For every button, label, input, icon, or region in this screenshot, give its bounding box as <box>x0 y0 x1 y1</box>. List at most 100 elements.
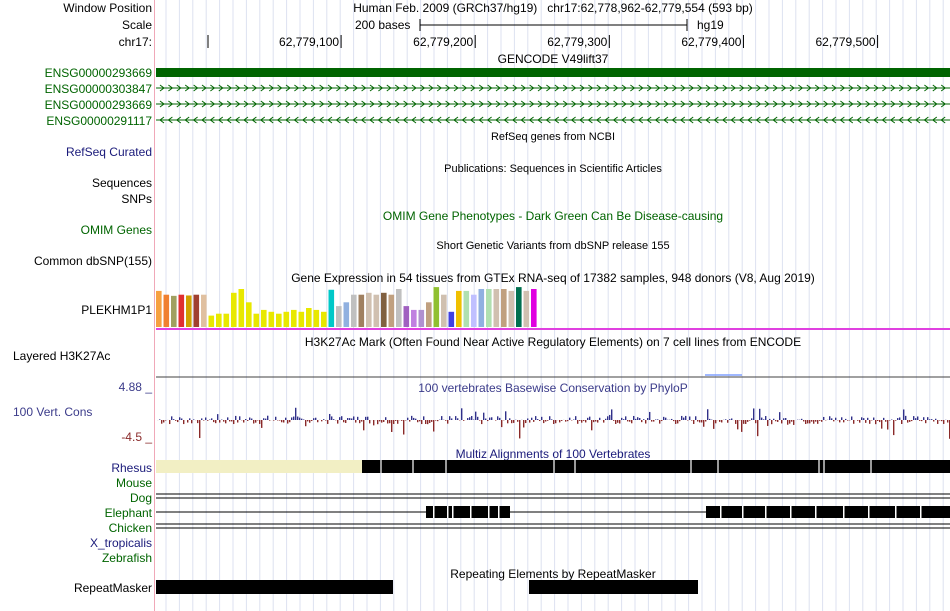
conservation-bar <box>337 420 339 424</box>
conservation-bar <box>661 420 663 422</box>
conservation-bar <box>519 420 521 439</box>
conservation-bar <box>665 417 667 420</box>
conservation-bar <box>291 417 293 420</box>
conservation-bar <box>823 416 825 420</box>
alignment-gap <box>818 460 820 473</box>
conservation-bar <box>193 419 195 420</box>
conservation-bar <box>499 417 501 420</box>
conservation-bar <box>789 420 791 424</box>
conservation-bar <box>175 420 177 421</box>
conservation-bar <box>833 420 835 422</box>
gtex-bar <box>178 294 185 327</box>
gtex-bar <box>471 294 477 327</box>
genome-browser-image[interactable]: Window Position Scale chr17: Human Feb. … <box>0 0 950 611</box>
conservation-bar <box>307 420 309 422</box>
conservation-bar <box>251 418 253 420</box>
conservation-bar <box>939 420 941 421</box>
conservation-bar <box>461 408 463 420</box>
conservation-bar <box>745 420 747 424</box>
conservation-bar <box>525 420 527 424</box>
conservation-bar <box>183 420 185 425</box>
gtex-bar <box>283 311 290 327</box>
conservation-bar <box>809 420 811 424</box>
alignment-gap <box>488 506 490 518</box>
conservation-bar <box>471 416 473 420</box>
alignment-gap <box>412 460 414 473</box>
conservation-bar <box>811 420 813 422</box>
conservation-bar <box>565 420 567 422</box>
conservation-bar <box>775 420 777 422</box>
gtex-bar <box>456 290 462 327</box>
repeat-element <box>529 580 698 594</box>
conservation-bar <box>343 420 345 423</box>
conservation-bar <box>933 420 935 422</box>
conservation-bar <box>889 420 891 421</box>
conservation-bar <box>381 420 383 423</box>
conservation-bar <box>677 420 679 424</box>
conservation-bar <box>765 416 767 420</box>
track-graphics[interactable] <box>0 0 950 611</box>
conservation-bar <box>413 417 415 420</box>
conservation-bar <box>475 411 477 420</box>
conservation-bar <box>541 416 543 420</box>
conservation-bar <box>387 420 389 424</box>
gtex-bar <box>171 295 177 327</box>
conservation-bar <box>449 416 451 420</box>
conservation-bar <box>199 420 201 439</box>
conservation-bar <box>535 416 537 420</box>
conservation-bar <box>643 419 645 420</box>
repeat-element <box>156 580 393 594</box>
conservation-bar <box>735 420 737 424</box>
conservation-bar <box>877 420 879 421</box>
conservation-bar <box>245 419 247 420</box>
conservation-bar <box>761 417 763 420</box>
conservation-bar <box>861 417 863 420</box>
conservation-bar <box>233 420 235 425</box>
conservation-bar <box>851 416 853 420</box>
gtex-bar <box>268 311 275 327</box>
conservation-bar <box>419 420 421 422</box>
gtex-bar <box>216 313 222 327</box>
conservation-bar <box>287 420 289 424</box>
gtex-bar <box>358 294 365 327</box>
conservation-bar <box>507 420 509 424</box>
conservation-bar <box>607 416 609 420</box>
alignment-gap <box>815 506 817 518</box>
conservation-bar <box>915 418 917 420</box>
conservation-bar <box>731 418 733 420</box>
conservation-bar <box>619 420 621 424</box>
conservation-bar <box>283 420 285 423</box>
conservation-bar <box>767 420 769 426</box>
conservation-bar <box>651 420 653 422</box>
conservation-bar <box>587 417 589 420</box>
conservation-bar <box>923 417 925 420</box>
conservation-bar <box>265 418 267 420</box>
conservation-bar <box>351 418 353 420</box>
conservation-bar <box>489 417 491 420</box>
conservation-bar <box>479 420 481 421</box>
conservation-bar <box>857 420 859 421</box>
conservation-bar <box>885 420 887 422</box>
alignment-gap <box>498 506 500 518</box>
conservation-bar <box>229 420 231 422</box>
conservation-bar <box>409 420 411 422</box>
conservation-bar <box>821 420 823 422</box>
conservation-bar <box>435 420 437 421</box>
alignment-gap <box>765 506 767 518</box>
gtex-bar <box>433 287 440 327</box>
conservation-bar <box>223 420 225 422</box>
conservation-bar <box>305 420 307 427</box>
conservation-bar <box>913 416 915 420</box>
conservation-bar <box>455 416 457 420</box>
conservation-bar <box>279 420 281 421</box>
conservation-bar <box>497 416 499 420</box>
conservation-bar <box>253 420 255 424</box>
conservation-bar <box>781 420 783 424</box>
alignment-gap <box>790 506 792 518</box>
conservation-bar <box>333 419 335 420</box>
conservation-bar <box>613 420 615 421</box>
conservation-bar <box>655 419 657 420</box>
conservation-bar <box>207 420 209 421</box>
conservation-bar <box>437 420 439 422</box>
gtex-bar <box>261 309 267 327</box>
